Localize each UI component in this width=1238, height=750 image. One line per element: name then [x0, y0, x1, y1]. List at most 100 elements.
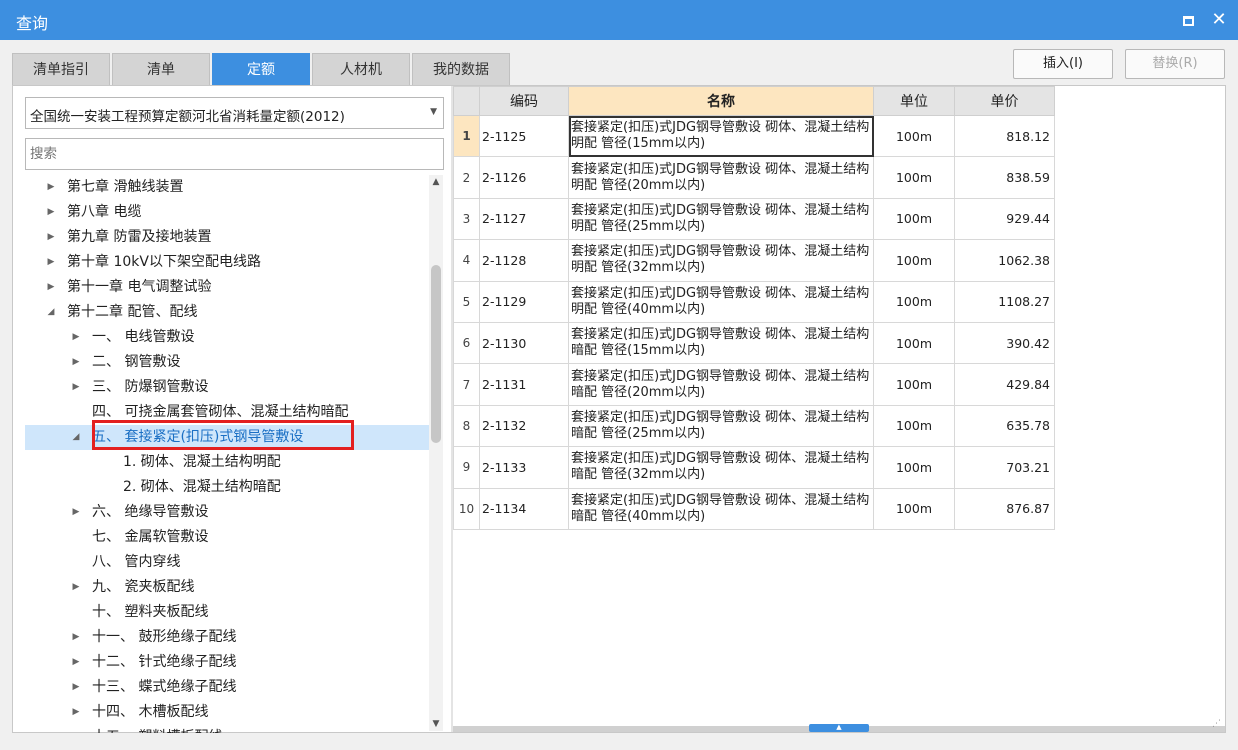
- name-cell[interactable]: 套接紧定(扣压)式JDG钢导管敷设 砌体、混凝土结构明配 管径(32mm以内): [568, 239, 874, 282]
- code-cell[interactable]: 2-1132: [479, 404, 569, 448]
- code-cell[interactable]: 2-1129: [479, 280, 569, 323]
- tree-node[interactable]: 七、 金属软管敷设: [25, 525, 429, 550]
- row-number[interactable]: 10: [453, 487, 480, 530]
- unit-cell[interactable]: 100m: [873, 404, 955, 448]
- table-row[interactable]: 2 2-1126 套接紧定(扣压)式JDG钢导管敷设 砌体、混凝土结构明配 管径(2…: [453, 156, 1055, 199]
- table-row[interactable]: 3 2-1127 套接紧定(扣压)式JDG钢导管敷设 砌体、混凝土结构明配 管径(2…: [453, 197, 1055, 241]
- price-cell[interactable]: 390.42: [954, 321, 1055, 365]
- collapsed-arrow-icon[interactable]: ▶: [70, 650, 82, 675]
- tree-node[interactable]: ▶ 一、 电线管敷设: [25, 325, 429, 350]
- code-cell[interactable]: 2-1133: [479, 446, 569, 489]
- row-number[interactable]: 6: [453, 321, 480, 365]
- tree-node[interactable]: 四、 可挠金属套管砌体、混凝土结构暗配: [25, 400, 429, 425]
- tree-node[interactable]: ▶ 九、 瓷夹板配线: [25, 575, 429, 600]
- tree-node[interactable]: ▶ 十四、 木槽板配线: [25, 700, 429, 725]
- price-cell[interactable]: 429.84: [954, 363, 1055, 406]
- collapsed-arrow-icon[interactable]: ▶: [70, 675, 82, 700]
- table-row[interactable]: 10 2-1134 套接紧定(扣压)式JDG钢导管敷设 砌体、混凝土结构暗配 管径(…: [453, 487, 1055, 530]
- code-cell[interactable]: 2-1131: [479, 363, 569, 406]
- table-row[interactable]: 1 2-1125 套接紧定(扣压)式JDG钢导管敷设 砌体、混凝土结构明配 管径(1…: [453, 114, 1055, 158]
- code-cell[interactable]: 2-1125: [479, 114, 569, 158]
- tree-node[interactable]: 八、 管内穿线: [25, 550, 429, 575]
- collapsed-arrow-icon[interactable]: ▶: [45, 275, 57, 300]
- row-number[interactable]: 2: [453, 156, 480, 199]
- tree-scrollbar[interactable]: ▲ ▼: [429, 175, 443, 731]
- code-cell[interactable]: 2-1126: [479, 156, 569, 199]
- tree-node[interactable]: ▶ 六、 绝缘导管敷设: [25, 500, 429, 525]
- name-cell[interactable]: 套接紧定(扣压)式JDG钢导管敷设 砌体、混凝土结构明配 管径(15mm以内): [568, 114, 874, 158]
- row-number[interactable]: 4: [453, 239, 480, 282]
- unit-cell[interactable]: 100m: [873, 487, 955, 530]
- unit-cell[interactable]: 100m: [873, 446, 955, 489]
- code-cell[interactable]: 2-1128: [479, 239, 569, 282]
- scroll-thumb[interactable]: [431, 265, 441, 443]
- table-row[interactable]: 8 2-1132 套接紧定(扣压)式JDG钢导管敷设 砌体、混凝土结构暗配 管径(2…: [453, 404, 1055, 448]
- tree-node[interactable]: ▶ 十二、 针式绝缘子配线: [25, 650, 429, 675]
- price-cell[interactable]: 1108.27: [954, 280, 1055, 323]
- unit-cell[interactable]: 100m: [873, 156, 955, 199]
- table-row[interactable]: 4 2-1128 套接紧定(扣压)式JDG钢导管敷设 砌体、混凝土结构明配 管径(3…: [453, 239, 1055, 282]
- table-row[interactable]: 6 2-1130 套接紧定(扣压)式JDG钢导管敷设 砌体、混凝土结构暗配 管径(1…: [453, 321, 1055, 365]
- collapsed-arrow-icon[interactable]: ▶: [70, 500, 82, 525]
- tab-my-data[interactable]: 我的数据: [412, 53, 510, 85]
- tree-node[interactable]: ▶ 十五、 塑料槽板配线: [25, 725, 429, 733]
- insert-button[interactable]: 插入(I): [1013, 49, 1113, 79]
- row-number[interactable]: 9: [453, 446, 480, 489]
- code-cell[interactable]: 2-1127: [479, 197, 569, 241]
- collapsed-arrow-icon[interactable]: ▶: [70, 350, 82, 375]
- tree-node[interactable]: ▶ 二、 钢管敷设: [25, 350, 429, 375]
- tree-node[interactable]: ◢ 五、 套接紧定(扣压)式钢导管敷设: [25, 425, 429, 450]
- price-cell[interactable]: 838.59: [954, 156, 1055, 199]
- collapsed-arrow-icon[interactable]: ▶: [70, 700, 82, 725]
- tree-node[interactable]: 十、 塑料夹板配线: [25, 600, 429, 625]
- collapsed-arrow-icon[interactable]: ▶: [70, 325, 82, 350]
- price-cell[interactable]: 1062.38: [954, 239, 1055, 282]
- unit-cell[interactable]: 100m: [873, 239, 955, 282]
- library-select[interactable]: 全国统一安装工程预算定额河北省消耗量定额(2012) ▼: [25, 97, 444, 129]
- replace-button[interactable]: 替换(R): [1125, 49, 1225, 79]
- row-number[interactable]: 3: [453, 197, 480, 241]
- splitter-bar[interactable]: ▲: [453, 724, 1225, 732]
- name-cell[interactable]: 套接紧定(扣压)式JDG钢导管敷设 砌体、混凝土结构暗配 管径(20mm以内): [568, 363, 874, 406]
- name-cell[interactable]: 套接紧定(扣压)式JDG钢导管敷设 砌体、混凝土结构暗配 管径(15mm以内): [568, 321, 874, 365]
- table-row[interactable]: 5 2-1129 套接紧定(扣压)式JDG钢导管敷设 砌体、混凝土结构明配 管径(4…: [453, 280, 1055, 323]
- expanded-arrow-icon[interactable]: ◢: [45, 300, 57, 325]
- maximize-icon[interactable]: [1176, 8, 1200, 32]
- name-cell[interactable]: 套接紧定(扣压)式JDG钢导管敷设 砌体、混凝土结构暗配 管径(32mm以内): [568, 446, 874, 489]
- collapsed-arrow-icon[interactable]: ▶: [45, 225, 57, 250]
- unit-cell[interactable]: 100m: [873, 321, 955, 365]
- tree-node[interactable]: 1. 砌体、混凝土结构明配: [25, 450, 429, 475]
- collapsed-arrow-icon[interactable]: ▶: [70, 725, 82, 733]
- row-number[interactable]: 8: [453, 404, 480, 448]
- expanded-arrow-icon[interactable]: ◢: [70, 425, 82, 450]
- header-code[interactable]: 编码: [479, 86, 569, 116]
- tree-node[interactable]: ▶ 第八章 电缆: [25, 200, 429, 225]
- table-row[interactable]: 7 2-1131 套接紧定(扣压)式JDG钢导管敷设 砌体、混凝土结构暗配 管径(2…: [453, 363, 1055, 406]
- row-number[interactable]: 7: [453, 363, 480, 406]
- tab-list-guide[interactable]: 清单指引: [12, 53, 110, 85]
- collapsed-arrow-icon[interactable]: ▶: [70, 575, 82, 600]
- tree-node[interactable]: ▶ 十一、 鼓形绝缘子配线: [25, 625, 429, 650]
- scroll-down-icon[interactable]: ▼: [429, 717, 443, 731]
- name-cell[interactable]: 套接紧定(扣压)式JDG钢导管敷设 砌体、混凝土结构明配 管径(40mm以内): [568, 280, 874, 323]
- collapsed-arrow-icon[interactable]: ▶: [70, 625, 82, 650]
- header-unit[interactable]: 单位: [873, 86, 955, 116]
- tree-node[interactable]: ▶ 三、 防爆钢管敷设: [25, 375, 429, 400]
- unit-cell[interactable]: 100m: [873, 280, 955, 323]
- price-cell[interactable]: 876.87: [954, 487, 1055, 530]
- name-cell[interactable]: 套接紧定(扣压)式JDG钢导管敷设 砌体、混凝土结构明配 管径(20mm以内): [568, 156, 874, 199]
- collapsed-arrow-icon[interactable]: ▶: [45, 250, 57, 275]
- close-icon[interactable]: ✕: [1207, 8, 1231, 32]
- price-cell[interactable]: 929.44: [954, 197, 1055, 241]
- unit-cell[interactable]: 100m: [873, 114, 955, 158]
- tree-node[interactable]: 2. 砌体、混凝土结构暗配: [25, 475, 429, 500]
- row-number[interactable]: 5: [453, 280, 480, 323]
- code-cell[interactable]: 2-1134: [479, 487, 569, 530]
- collapsed-arrow-icon[interactable]: ▶: [45, 175, 57, 200]
- row-number[interactable]: 1: [453, 114, 480, 158]
- resize-grip-icon[interactable]: ⋰: [1212, 719, 1221, 729]
- header-name[interactable]: 名称: [568, 86, 874, 116]
- scroll-up-icon[interactable]: ▲: [429, 175, 443, 189]
- tree-node[interactable]: ▶ 十三、 蝶式绝缘子配线: [25, 675, 429, 700]
- tree-node[interactable]: ▶ 第九章 防雷及接地装置: [25, 225, 429, 250]
